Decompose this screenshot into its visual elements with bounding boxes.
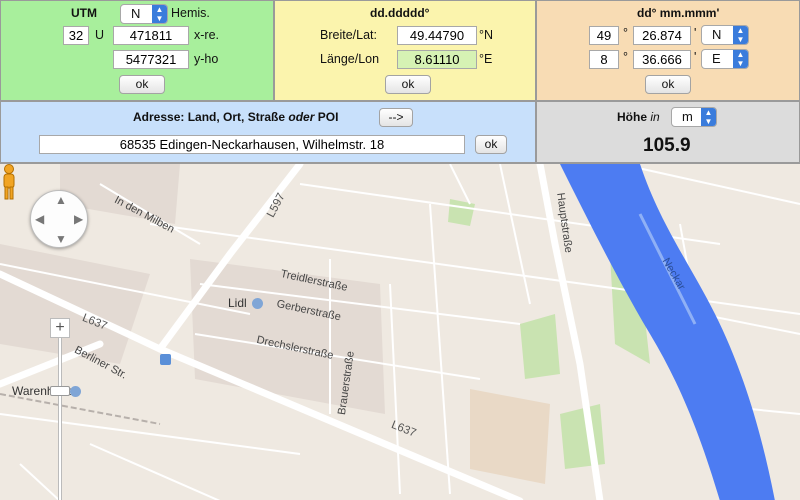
dms-ok-button[interactable]: ok xyxy=(645,75,691,94)
lon-direction-value: E xyxy=(712,51,721,66)
height-title: Höhe in xyxy=(617,110,660,124)
utm-title: UTM xyxy=(71,6,97,20)
hemisphere-label: Hemis. xyxy=(171,6,210,20)
lat-direction-select[interactable]: N ▲ ▼ xyxy=(701,25,749,45)
lon-min-symbol: ' xyxy=(694,50,697,64)
dms-title: dd° mm.mmm' xyxy=(637,6,720,20)
pan-left-icon[interactable]: ◀ xyxy=(35,213,44,225)
lon-degrees-input[interactable] xyxy=(589,50,619,69)
address-search-arrow-button[interactable]: --> xyxy=(379,108,413,127)
height-title-text: Höhe xyxy=(617,110,651,124)
bus-stop-icon[interactable] xyxy=(160,354,171,365)
select-arrows-icon: ▲ ▼ xyxy=(152,5,167,23)
lat-deg-symbol: ° xyxy=(623,26,628,40)
address-panel: Adresse: Land, Ort, Straße oder POI --> … xyxy=(0,101,536,163)
lat-decimal-input[interactable] xyxy=(397,26,477,45)
lon-unit: °E xyxy=(479,52,493,66)
select-arrows-icon: ▲ ▼ xyxy=(733,26,748,44)
lat-degrees-input[interactable] xyxy=(589,26,619,45)
decimal-panel: dd.ddddd° Breite/Lat: °N Länge/Lon °E ok xyxy=(274,0,536,101)
utm-easting-label: x-re. xyxy=(194,28,219,42)
lon-deg-symbol: ° xyxy=(623,50,628,64)
map-canvas xyxy=(0,164,800,500)
lat-min-symbol: ' xyxy=(694,26,697,40)
address-title-text: Adresse: Land, Ort, Straße xyxy=(133,110,289,124)
pan-control[interactable]: ▲ ▼ ◀ ▶ xyxy=(30,190,88,248)
dms-panel: dd° mm.mmm' ° ' N ▲▼ ° ' E ▲▼ ok xyxy=(536,0,800,101)
lon-decimal-input[interactable] xyxy=(397,50,477,69)
address-title: Adresse: Land, Ort, Straße oder POI xyxy=(133,110,338,124)
lat-minutes-input[interactable] xyxy=(633,26,691,45)
poi-label-lidl: Lidl xyxy=(228,296,247,310)
utm-panel: UTM N ▲▼ Hemis. U x-re. y-ho ok xyxy=(0,0,274,101)
hemisphere-value: N xyxy=(131,6,141,21)
height-panel: Höhe in m ▲ ▼ 105.9 xyxy=(536,101,800,163)
shopping-cart-icon[interactable] xyxy=(70,386,81,397)
hemisphere-select[interactable]: N ▲ ▼ xyxy=(120,4,168,24)
decimal-ok-button[interactable]: ok xyxy=(385,75,431,94)
shopping-cart-icon[interactable] xyxy=(252,298,263,309)
street-view-pegman-icon[interactable] xyxy=(0,164,18,200)
select-arrows-icon: ▲ ▼ xyxy=(733,50,748,68)
lat-direction-value: N xyxy=(712,27,722,42)
pan-right-icon[interactable]: ▶ xyxy=(74,213,83,225)
lat-label: Breite/Lat: xyxy=(320,28,377,42)
address-title-or: oder xyxy=(288,110,315,124)
address-input[interactable] xyxy=(39,135,465,154)
height-value: 105.9 xyxy=(643,135,691,156)
zoom-slider-handle[interactable] xyxy=(50,386,70,396)
pan-down-icon[interactable]: ▼ xyxy=(55,233,67,245)
lon-direction-select[interactable]: E ▲ ▼ xyxy=(701,49,749,69)
address-ok-button[interactable]: ok xyxy=(475,135,507,154)
utm-band-label: U xyxy=(95,28,105,42)
address-title-poi: POI xyxy=(314,110,339,124)
zoom-in-button[interactable]: + xyxy=(50,318,70,338)
utm-ok-button[interactable]: ok xyxy=(119,75,165,94)
decimal-title: dd.ddddd° xyxy=(370,6,430,20)
select-arrows-icon: ▲ ▼ xyxy=(701,108,716,126)
height-unit-select[interactable]: m ▲ ▼ xyxy=(671,107,717,127)
lon-label: Länge/Lon xyxy=(320,52,380,66)
utm-zone-input[interactable] xyxy=(63,26,89,45)
zoom-slider-track[interactable] xyxy=(58,338,62,500)
height-title-in: in xyxy=(650,110,660,124)
railway-line xyxy=(0,393,161,425)
utm-northing-label: y-ho xyxy=(194,52,219,66)
utm-northing-input[interactable] xyxy=(113,50,189,69)
height-unit-value: m xyxy=(682,109,693,124)
lon-minutes-input[interactable] xyxy=(633,50,691,69)
pan-up-icon[interactable]: ▲ xyxy=(55,194,67,206)
utm-easting-input[interactable] xyxy=(113,26,189,45)
lat-unit: °N xyxy=(479,28,494,42)
map-view[interactable]: In den Milben L597 L637 L637 Berliner St… xyxy=(0,163,800,500)
